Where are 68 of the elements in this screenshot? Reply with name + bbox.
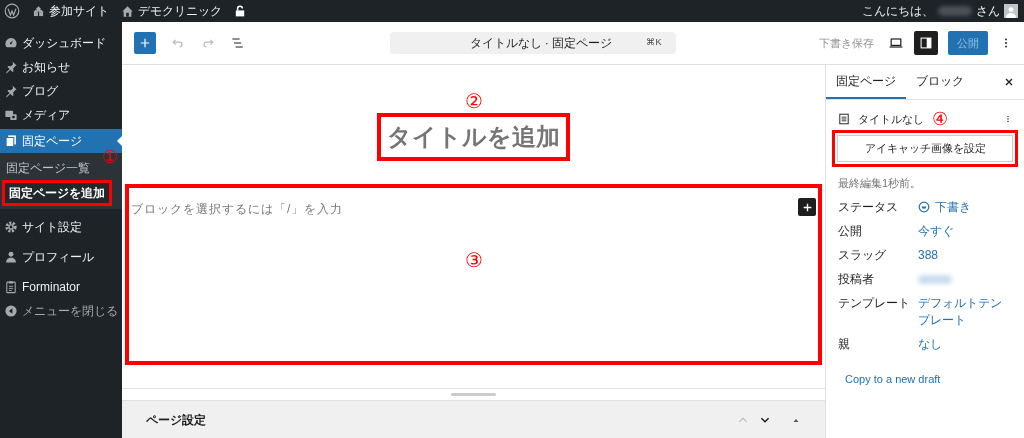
resize-handle[interactable] (451, 393, 496, 396)
page-title-text: タイトルなし (858, 111, 924, 127)
media-icon (4, 108, 18, 122)
site-link[interactable]: デモクリニック (121, 2, 222, 20)
field-label: テンプレート (838, 294, 911, 312)
houses-icon (32, 4, 45, 18)
list-view-icon (230, 35, 246, 51)
panel-title: ページ設定 (146, 411, 206, 429)
field-label: ステータス (838, 198, 899, 216)
annotation-number: ② (464, 91, 483, 111)
sidebar-tab[interactable]: ブロック (906, 65, 974, 99)
account-link[interactable]: こんにちは、 さん (862, 2, 1020, 20)
clipboard-icon (4, 280, 18, 294)
user-icon (4, 250, 18, 264)
field-value-link[interactable]: 388 (918, 246, 1012, 264)
field-label: 投稿者 (838, 270, 875, 288)
document-icon (838, 113, 850, 125)
command-bar[interactable]: タイトルなし · 固定ページ ⌘K (389, 32, 676, 54)
menu-item[interactable]: メニューを閉じる (0, 299, 122, 323)
field-value-link[interactable]: 今すぐ (918, 222, 1012, 240)
current-arrow-icon (117, 136, 122, 146)
title-field[interactable]: タイトルを追加 (377, 113, 570, 161)
annotation-number: ④ (932, 110, 948, 128)
sidebar-tab[interactable]: 固定ページ (826, 65, 906, 99)
wordpress-logo-icon (4, 3, 20, 19)
field-value-link[interactable]: デフォルトテンプレート (918, 294, 1012, 329)
menu-item[interactable]: ダッシュボード (0, 31, 122, 55)
preview-icon (888, 35, 904, 51)
status-link[interactable]: 下書き (918, 198, 971, 215)
menu-item[interactable]: お知らせ (0, 55, 122, 79)
draft-status-icon (918, 200, 930, 213)
featured-image-button[interactable]: アイキャッチ画像を設定 (837, 135, 1013, 162)
sidebar-icon (919, 36, 933, 50)
avatar-icon (1004, 4, 1018, 18)
pin-icon (4, 60, 18, 74)
submenu-item[interactable]: 固定ページ一覧 (0, 156, 96, 180)
collapse-icon (4, 304, 18, 318)
gauge-icon (4, 36, 18, 50)
plus-icon (801, 201, 813, 213)
close-icon (1004, 77, 1014, 87)
field-label: スラッグ (838, 246, 887, 264)
settings-icon (4, 220, 18, 234)
shortcut-hint: ⌘K (646, 36, 662, 50)
block-placeholder: ブロックを選択するには「/」を入力 (131, 201, 344, 218)
menu-item[interactable]: Forminator (0, 275, 122, 299)
field-value-link[interactable]: なし (918, 335, 1012, 353)
annotation-number: ③ (464, 250, 483, 270)
blurred-name (938, 6, 972, 16)
pin-icon (4, 84, 18, 98)
settings-toggle-button[interactable] (914, 31, 938, 55)
menu-item[interactable]: サイト設定 (0, 215, 122, 239)
block-editor-area[interactable]: ブロックを選択するには「/」を入力 ③ (125, 184, 822, 365)
menu-item[interactable]: プロフィール (0, 245, 122, 269)
field-label: 親 (838, 335, 851, 353)
menu-item[interactable]: ブログ (0, 79, 122, 103)
inserter-button[interactable] (798, 198, 816, 216)
plus-icon (139, 37, 151, 49)
field-label: 公開 (838, 222, 863, 240)
lock-icon (234, 4, 246, 18)
menu-item[interactable]: メディア (0, 103, 122, 127)
blurred-author (918, 274, 952, 284)
home-icon (121, 4, 134, 18)
my-sites-link[interactable]: 参加サイト (32, 2, 109, 20)
submenu-item[interactable]: 固定ページを追加 (2, 180, 112, 206)
add-block-button[interactable] (134, 32, 156, 54)
copy-draft-link[interactable]: Copy to a new draft (826, 370, 1024, 387)
last-edited-text: 最終編集1秒前。 (837, 176, 923, 191)
pages-icon (4, 134, 18, 148)
